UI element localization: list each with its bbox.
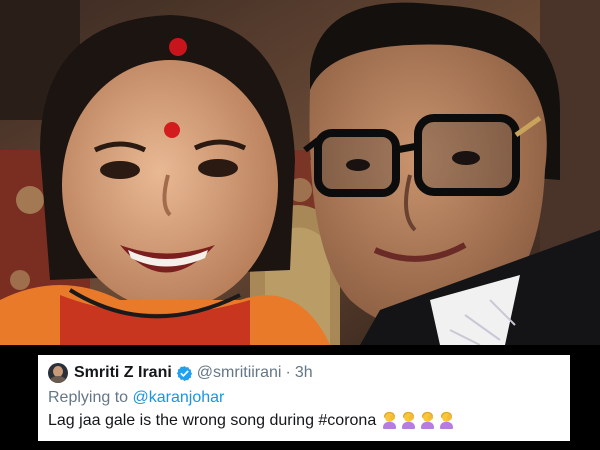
tweet-text-row: Lag jaa gale is the wrong song during #c… (48, 412, 560, 430)
woman-facepalming-icon (401, 412, 416, 429)
user-handle[interactable]: @smritiirani (197, 364, 282, 382)
emoji-group (382, 412, 458, 429)
tweet-text: Lag jaa gale is the wrong song during #c… (48, 412, 377, 429)
timestamp[interactable]: 3h (295, 364, 313, 382)
replying-label: Replying to (48, 389, 129, 406)
reply-mention-link[interactable]: @karanjohar (133, 389, 225, 406)
woman-facepalming-icon (420, 412, 435, 429)
tweet-card[interactable]: Smriti Z Irani @smritiirani · 3h Replyin… (38, 355, 570, 441)
woman-facepalming-icon (382, 412, 397, 429)
selfie-photo (0, 0, 600, 345)
tweet-header: Smriti Z Irani @smritiirani · 3h (48, 361, 560, 385)
woman-facepalming-icon (439, 412, 454, 429)
reply-context: Replying to @karanjohar (48, 389, 560, 411)
verified-badge-icon (176, 365, 193, 382)
display-name[interactable]: Smriti Z Irani (74, 364, 172, 382)
separator-dot: · (285, 364, 291, 381)
avatar[interactable] (48, 363, 68, 383)
